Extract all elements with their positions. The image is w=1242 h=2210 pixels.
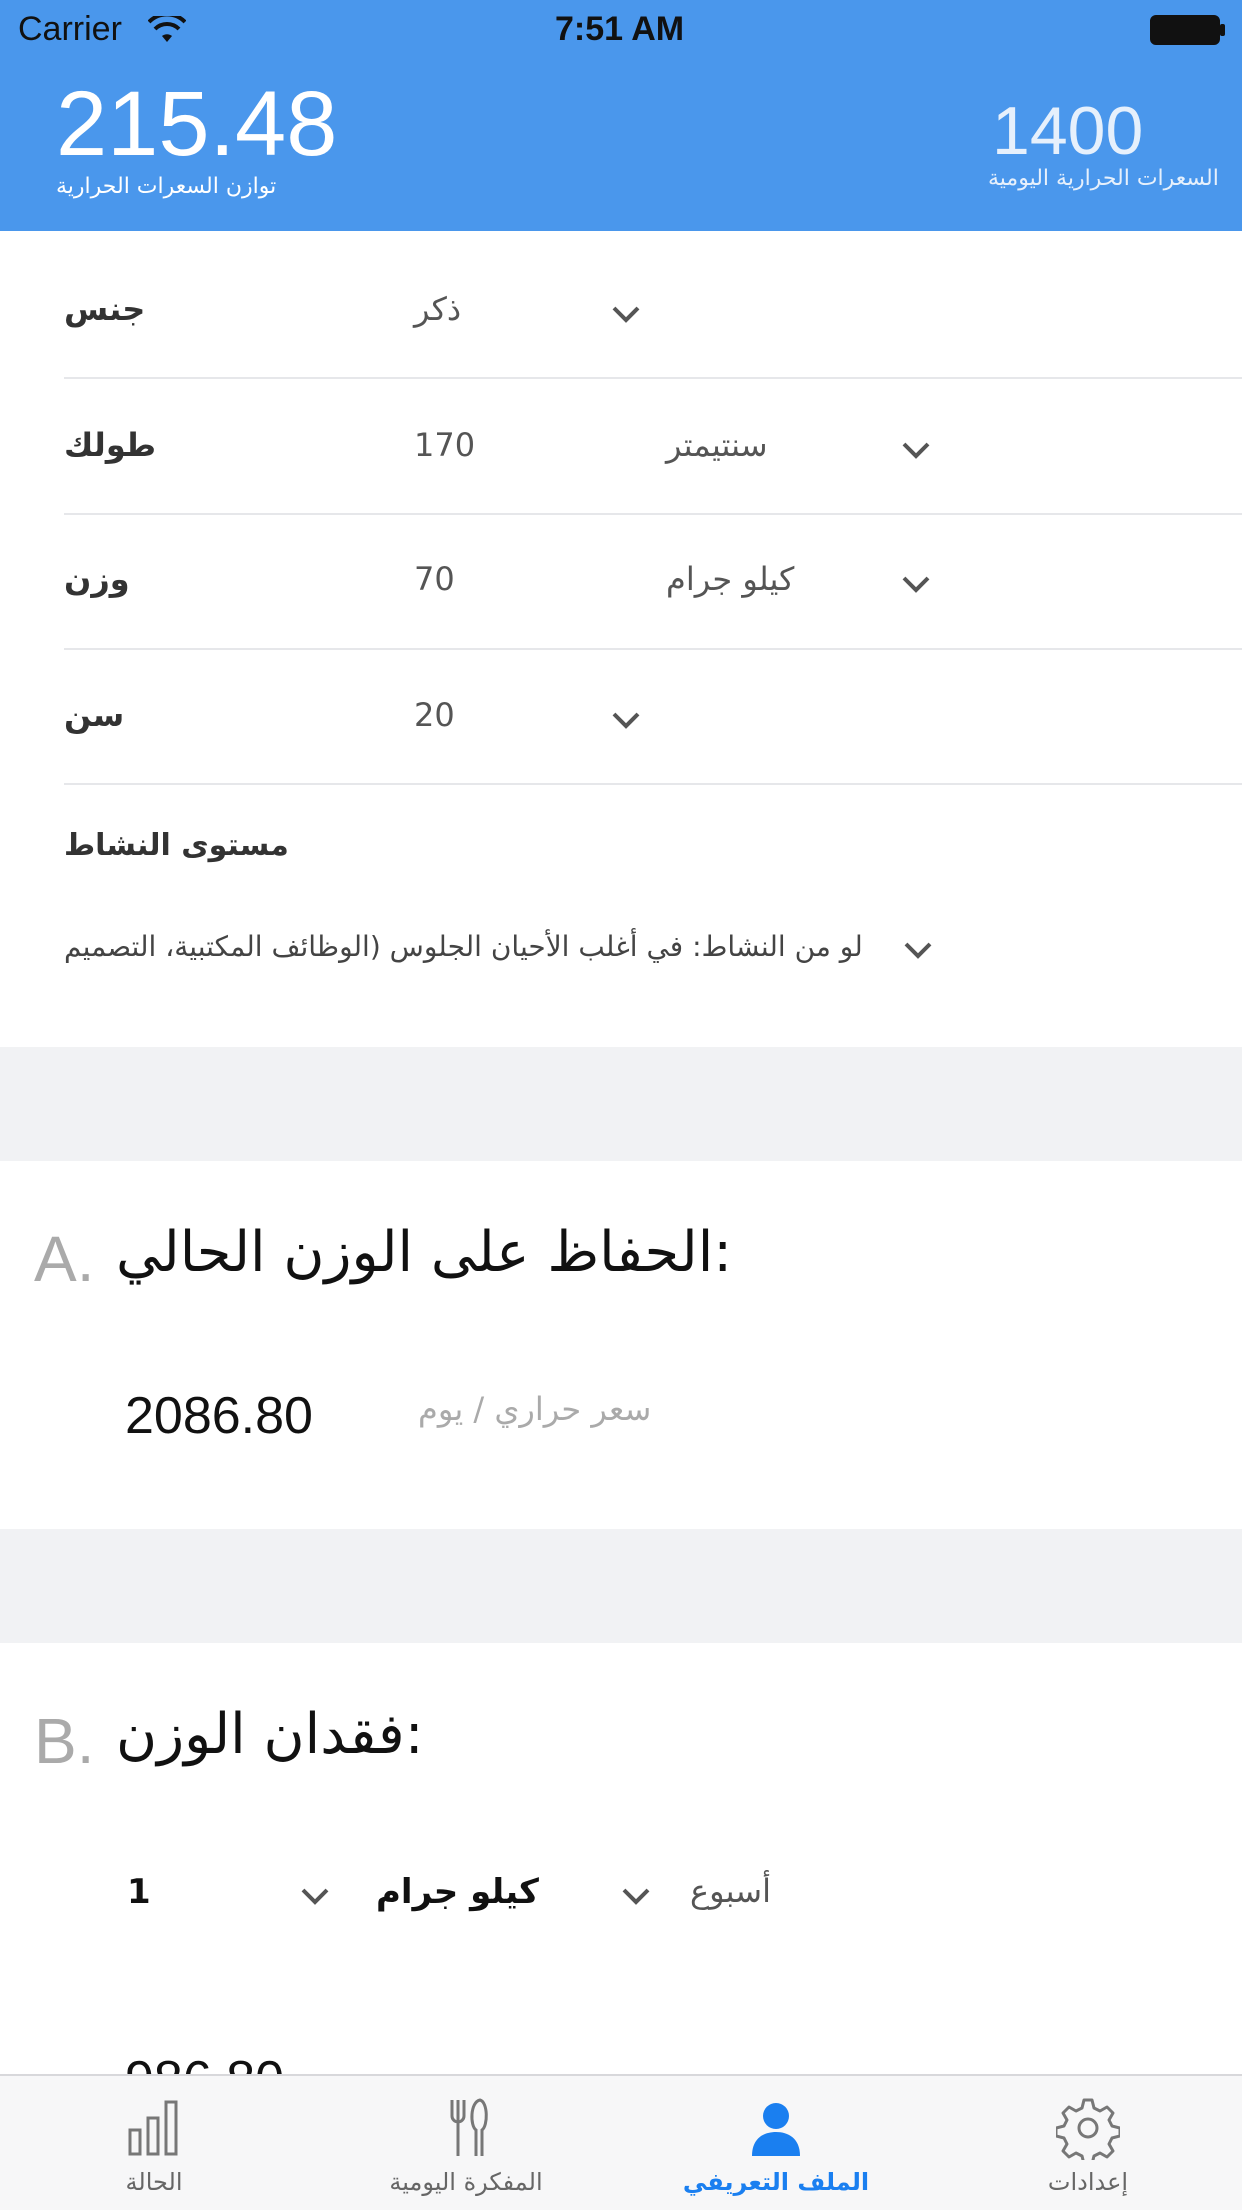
- tab-profile[interactable]: الملف التعريفي: [656, 2076, 896, 2210]
- gender-value: ذكر: [414, 290, 462, 328]
- weight-input[interactable]: 70: [412, 552, 592, 612]
- tab-diary[interactable]: المفكرة اليومية: [346, 2076, 586, 2210]
- tab-status[interactable]: الحالة: [34, 2076, 274, 2210]
- calorie-header: Carrier 7:51 AM 215.48 توازن السعرات الح…: [0, 0, 1242, 231]
- activity-level-value: لو من النشاط: في أغلب الأحيان الجلوس (ال…: [64, 930, 863, 963]
- carrier-label: Carrier: [18, 10, 122, 48]
- chevron-down-icon: [612, 712, 640, 729]
- maintain-calories-unit: سعر حراري / يوم: [418, 1390, 652, 1428]
- person-icon: [752, 2103, 800, 2156]
- weight-unit: كيلو جرام: [666, 560, 795, 598]
- loss-unit-value: كيلو جرام: [376, 1872, 539, 1912]
- wifi-icon: [148, 16, 186, 42]
- fork-knife-icon: [450, 2098, 488, 2156]
- daily-calories-value: 1400: [992, 93, 1144, 169]
- height-value: 170: [414, 426, 476, 464]
- section-b-title: فقدان الوزن:: [116, 1702, 424, 1767]
- age-value: 20: [414, 696, 455, 734]
- chevron-down-icon: [902, 442, 930, 459]
- bar-chart-icon: [128, 2100, 178, 2156]
- gender-label: جنس: [64, 290, 146, 328]
- loss-calories-value: 986.80: [125, 2050, 284, 2074]
- age-select[interactable]: 20: [412, 688, 652, 748]
- divider: [64, 377, 1242, 379]
- section-a-letter: A.: [34, 1223, 95, 1295]
- height-unit-select[interactable]: سنتيمتر: [664, 418, 944, 478]
- weight-label: وزن: [64, 560, 130, 598]
- weight-unit-select[interactable]: كيلو جرام: [664, 552, 944, 612]
- section-spacer: [0, 1047, 1242, 1161]
- chevron-down-icon: [612, 306, 640, 323]
- chevron-down-icon: [902, 576, 930, 593]
- chevron-down-icon: [622, 1888, 650, 1905]
- daily-calories-label: السعرات الحرارية اليومية: [988, 166, 1219, 191]
- loss-period-select[interactable]: أسبوع: [688, 1864, 848, 1924]
- age-label: سن: [64, 696, 125, 734]
- divider: [64, 783, 1242, 785]
- gender-select[interactable]: ذكر: [412, 282, 652, 342]
- tab-label: إعدادات: [1047, 2168, 1129, 2196]
- tab-bar: الحالة المفكرة اليومية الملف التعريفي إع…: [0, 2074, 1242, 2210]
- activity-level-label: مستوى النشاط: [64, 828, 289, 863]
- height-unit: سنتيمتر: [666, 426, 768, 464]
- calorie-balance-label: توازن السعرات الحرارية: [56, 174, 277, 199]
- status-time: 7:51 AM: [555, 10, 685, 48]
- section-a-title: الحفاظ على الوزن الحالي:: [116, 1220, 733, 1285]
- section-spacer: [0, 1529, 1242, 1643]
- loss-calories-row: 986.80: [125, 2030, 825, 2074]
- gear-icon: [1056, 2098, 1120, 2160]
- tab-label: الملف التعريفي: [682, 2168, 870, 2196]
- loss-amount-value: 1: [127, 1872, 151, 1912]
- loss-unit-select[interactable]: كيلو جرام: [374, 1864, 664, 1924]
- height-label: طولك: [64, 426, 157, 464]
- tab-label: الحالة: [125, 2168, 183, 2196]
- tab-settings[interactable]: إعدادات: [968, 2076, 1208, 2210]
- section-b-letter: B.: [34, 1705, 95, 1777]
- loss-amount-select[interactable]: 1: [125, 1864, 345, 1924]
- activity-level-select[interactable]: لو من النشاط: في أغلب الأحيان الجلوس (ال…: [64, 924, 944, 974]
- calorie-balance-value: 215.48: [56, 73, 338, 175]
- tab-label: المفكرة اليومية: [389, 2168, 543, 2196]
- maintain-calories-value: 2086.80: [125, 1387, 313, 1445]
- height-input[interactable]: 170: [412, 418, 592, 478]
- weight-value: 70: [414, 560, 455, 598]
- divider: [64, 513, 1242, 515]
- battery-icon: [1150, 15, 1225, 45]
- loss-period-value: أسبوع: [690, 1872, 771, 1910]
- chevron-down-icon: [904, 942, 932, 959]
- divider: [64, 648, 1242, 650]
- chevron-down-icon: [301, 1888, 329, 1905]
